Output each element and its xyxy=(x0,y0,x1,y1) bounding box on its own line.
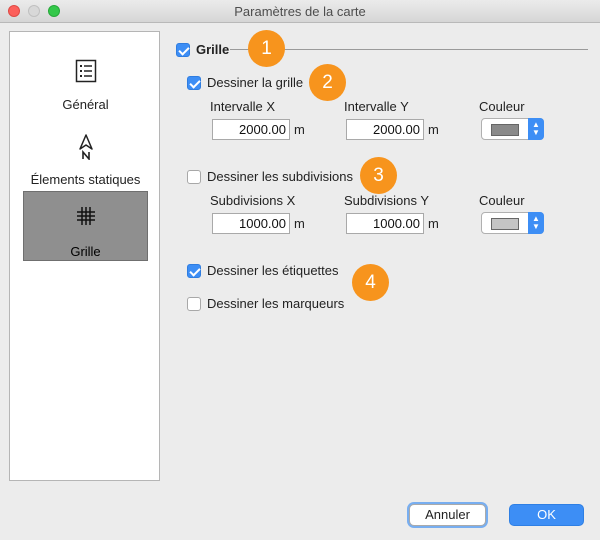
subdivisions-x-unit: m xyxy=(294,216,305,231)
interval-x-unit: m xyxy=(294,122,305,137)
chevron-up-down-icon: ▲ ▼ xyxy=(528,212,544,234)
sidebar-item-label: Élements statiques xyxy=(30,172,141,187)
cancel-button[interactable]: Annuler xyxy=(409,504,486,526)
badge-1: 1 xyxy=(248,30,285,67)
sidebar-item-general[interactable]: Général xyxy=(23,52,148,122)
draw-grid-checkbox[interactable] xyxy=(187,76,201,90)
subdivisions-y-input[interactable] xyxy=(346,213,424,234)
subdivisions-x-input[interactable] xyxy=(212,213,290,234)
subdivision-color-popup[interactable]: ▲ ▼ xyxy=(481,212,544,234)
window-title: Paramètres de la carte xyxy=(234,4,366,19)
interval-x-label: Intervalle X xyxy=(210,99,276,114)
sidebar-item-grid[interactable]: Grille xyxy=(23,191,148,261)
interval-y-unit: m xyxy=(428,122,439,137)
grid-color-swatch xyxy=(491,124,519,136)
sidebar-item-label: Grille xyxy=(70,244,101,259)
grid-section-label: Grille xyxy=(196,42,230,57)
chevron-up-down-icon: ▲ ▼ xyxy=(528,118,544,140)
subdivision-color-swatch xyxy=(491,218,519,230)
badge-3: 3 xyxy=(360,157,397,194)
sidebar-item-label: Général xyxy=(62,97,109,112)
subdivisions-x-label: Subdivisions X xyxy=(210,193,296,208)
ok-button[interactable]: OK xyxy=(509,504,584,526)
draw-labels-checkbox[interactable] xyxy=(187,264,201,278)
draw-subdivisions-checkbox[interactable] xyxy=(187,170,201,184)
sidebar: Général Élements statiques Grille xyxy=(9,31,160,481)
title-bar: Paramètres de la carte xyxy=(0,0,600,23)
grid-section-checkbox[interactable] xyxy=(176,43,190,57)
grid-icon xyxy=(76,207,95,225)
interval-x-input[interactable] xyxy=(212,119,290,140)
subdivisions-y-label: Subdivisions Y xyxy=(344,193,430,208)
sidebar-item-static-elements[interactable]: Élements statiques xyxy=(23,127,148,197)
list-icon xyxy=(75,59,96,83)
draw-grid-label: Dessiner la grille xyxy=(207,75,304,90)
north-arrow-icon xyxy=(78,134,93,160)
interval-y-input[interactable] xyxy=(346,119,424,140)
grid-color-popup[interactable]: ▲ ▼ xyxy=(481,118,544,140)
draw-markers-checkbox[interactable] xyxy=(187,297,201,311)
interval-y-label: Intervalle Y xyxy=(344,99,409,114)
badge-4: 4 xyxy=(352,264,389,301)
draw-subdivisions-label: Dessiner les subdivisions xyxy=(207,169,353,184)
grid-color-label: Couleur xyxy=(479,99,525,114)
badge-2: 2 xyxy=(309,64,346,101)
subdivision-color-label: Couleur xyxy=(479,193,525,208)
draw-labels-label: Dessiner les étiquettes xyxy=(207,263,339,278)
subdivisions-y-unit: m xyxy=(428,216,439,231)
draw-markers-label: Dessiner les marqueurs xyxy=(207,296,345,311)
